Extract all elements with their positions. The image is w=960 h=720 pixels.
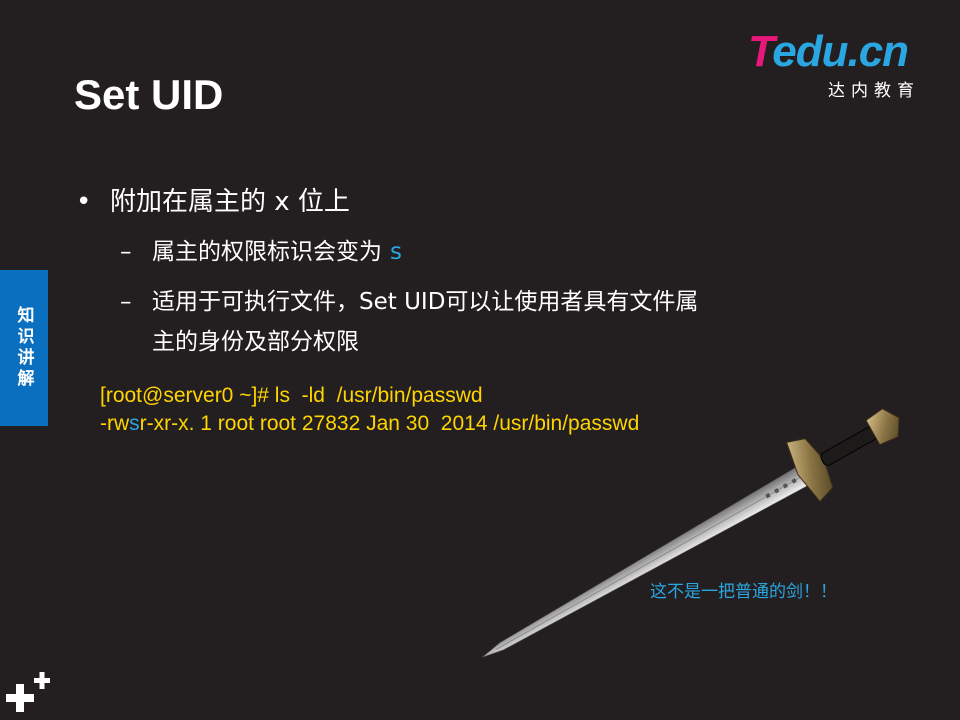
sword-caption: 这不是一把普通的剑！！	[650, 582, 837, 602]
perm-setuid-bit: s	[129, 412, 140, 435]
sub-bullet-dash: –	[120, 289, 132, 315]
sub-bullet-2-line1: 适用于可执行文件，Set UID可以让使用者具有文件属	[152, 289, 699, 315]
bullet-mark: •	[76, 187, 92, 217]
plus-icon	[6, 672, 50, 712]
sub-bullet-1-accent: s	[390, 239, 402, 265]
bullet-text: 附加在属主的 x 位上	[110, 187, 350, 217]
sub-bullet-dash: –	[120, 239, 132, 265]
slide: Tedu.cn 达内教育 Set UID 知识讲解 • 附加在属主的 x 位上 …	[0, 0, 960, 720]
side-tab-label: 知识讲解	[13, 306, 34, 390]
logo-rest: edu.cn	[772, 27, 909, 76]
sub-bullet-text: 属主的权限标识会变为 s	[152, 232, 402, 272]
sub-bullet-1-text: 属主的权限标识会变为	[152, 239, 382, 265]
perm-prefix: -rw	[100, 412, 130, 435]
tedu-logo: Tedu.cn 达内教育	[748, 27, 938, 102]
logo-subtitle: 达内教育	[828, 81, 920, 101]
terminal-line-1: [root@server0 ~]# ls -ld /usr/bin/passwd	[100, 384, 483, 407]
logo-wordmark: Tedu.cn	[748, 27, 909, 76]
side-tab: 知识讲解	[0, 270, 48, 426]
sword-icon	[482, 408, 900, 658]
logo-t: T	[748, 27, 773, 76]
slide-title: Set UID	[74, 71, 224, 118]
sub-bullet-2-line2: 主的身份及部分权限	[152, 329, 359, 355]
